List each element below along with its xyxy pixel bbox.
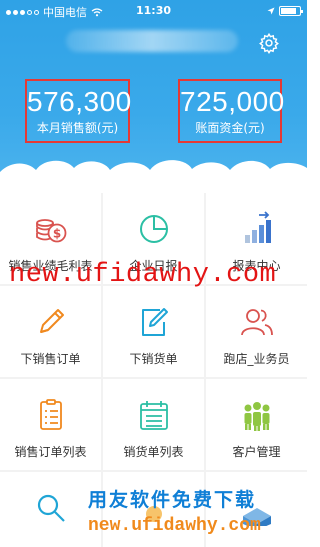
edit-document-icon (142, 308, 168, 336)
menu-item-label: 下销货单 (129, 352, 178, 366)
menu-item-label: 销货单列表 (123, 445, 184, 459)
menu-item-label: 跑店_业务员 (223, 352, 290, 366)
status-bar: 中国电信 11:30 (0, 0, 307, 22)
watermark-title: 用友软件免费下载 (88, 489, 257, 511)
menu-item-new-delivery-note[interactable]: 下销货单 (103, 286, 204, 377)
battery-icon (279, 6, 303, 16)
watermark-url-bottom: new.ufidawhy.com (88, 516, 261, 536)
svg-text:$: $ (53, 227, 61, 241)
clipboard-list-icon (40, 399, 62, 430)
menu-item-customer-management[interactable]: 客户管理 (206, 379, 307, 470)
pie-chart-icon (140, 215, 168, 243)
menu-item-search[interactable] (0, 472, 101, 547)
menu-item-label: 销售订单列表 (14, 445, 87, 459)
blurred-username (66, 30, 238, 52)
menu-item-sales-order-list[interactable]: 销售订单列表 (0, 379, 101, 470)
coins-dollar-icon: $ (36, 219, 67, 243)
menu-item-delivery-list[interactable]: 销货单列表 (103, 379, 204, 470)
account-funds-value: 725,000 (180, 86, 285, 117)
menu-item-label: 客户管理 (232, 445, 281, 459)
bar-chart-icon (245, 211, 271, 243)
cloud-decoration (0, 160, 307, 190)
users-icon (241, 309, 273, 336)
monthly-sales-value: 576,300 (27, 86, 132, 117)
monthly-sales-label: 本月销售额(元) (36, 121, 119, 135)
menu-item-store-visit[interactable]: 跑店_业务员 (206, 286, 307, 377)
pencil-icon (40, 309, 64, 333)
dashboard-header: 中国电信 11:30 576,300 本月销售额(元) 725,000 账面资金… (0, 0, 307, 190)
customer-group-icon (244, 402, 270, 431)
menu-item-new-sales-order[interactable]: 下销售订单 (0, 286, 101, 377)
menu-item-label: 下销售订单 (20, 352, 81, 366)
location-arrow-icon (267, 7, 275, 15)
monthly-sales-stat[interactable]: 576,300 本月销售额(元) (25, 79, 132, 143)
account-funds-label: 账面资金(元) (195, 121, 265, 135)
watermark-url-top: new.ufidawhy.com (9, 260, 277, 290)
gear-icon[interactable] (258, 32, 280, 54)
search-icon (37, 494, 65, 522)
account-funds-stat[interactable]: 725,000 账面资金(元) (178, 79, 285, 143)
clock: 11:30 (135, 4, 171, 17)
calendar-list-icon (140, 401, 168, 430)
